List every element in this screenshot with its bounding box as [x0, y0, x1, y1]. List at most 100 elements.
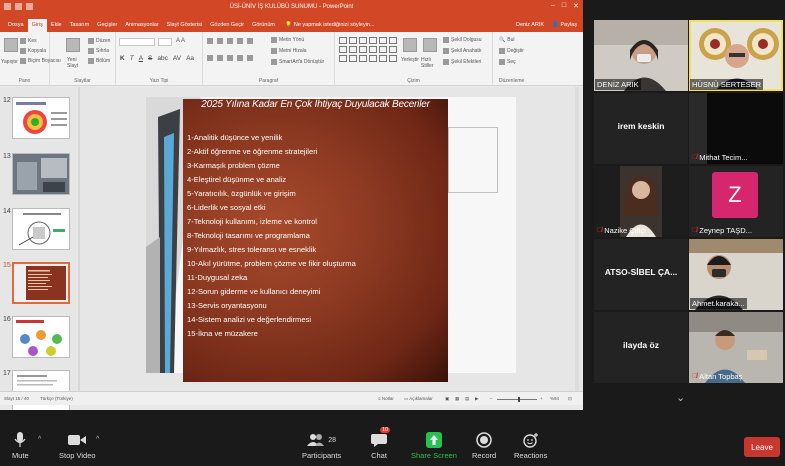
slide-sorter-icon[interactable]: ▦: [455, 396, 459, 402]
thumbnail-row[interactable]: 14: [0, 208, 80, 256]
participant-tile[interactable]: Ahmet.karaka...: [689, 239, 783, 310]
paste-button[interactable]: Yapıştır: [1, 59, 18, 65]
shape-item[interactable]: [339, 55, 347, 62]
thumbnail-row[interactable]: 12: [0, 97, 80, 145]
tab-slideshow[interactable]: Slayt Gösterisi: [163, 22, 206, 32]
thumbnail-row[interactable]: 16: [0, 316, 80, 364]
bullets-icon[interactable]: [207, 38, 213, 44]
gallery-next-page-chevron[interactable]: ⌄: [676, 391, 685, 404]
slide-thumbnail[interactable]: [12, 153, 70, 195]
reactions-button[interactable]: Reactions: [514, 431, 547, 460]
shape-item[interactable]: [369, 55, 377, 62]
shape-effects-button[interactable]: Şekil Efektleri: [443, 59, 481, 65]
tab-view[interactable]: Görünüm: [248, 22, 279, 32]
italic-button[interactable]: T: [130, 55, 134, 62]
slide-title[interactable]: 2025 Yılına Kadar En Çok İhtiyaç Duyulac…: [183, 99, 448, 110]
participants-button[interactable]: 28 Participants: [302, 431, 341, 460]
maximize-icon[interactable]: □: [562, 2, 566, 10]
section-button[interactable]: Bölüm: [88, 58, 110, 64]
zoom-in-icon[interactable]: +: [540, 396, 543, 401]
shape-item[interactable]: [349, 37, 357, 44]
thumbnails-scrollbar[interactable]: [78, 87, 80, 391]
participant-tile[interactable]: ilayda öz: [594, 312, 688, 383]
tab-design[interactable]: Tasarım: [66, 22, 94, 32]
mute-button[interactable]: Mute: [12, 431, 29, 460]
spacing-button[interactable]: AV: [173, 55, 181, 62]
paste-icon[interactable]: [4, 38, 18, 52]
shape-item[interactable]: [369, 37, 377, 44]
leave-button[interactable]: Leave: [744, 437, 780, 457]
mute-options-chevron[interactable]: ^: [38, 436, 41, 443]
shape-item[interactable]: [339, 37, 347, 44]
underline-button[interactable]: A: [139, 55, 143, 62]
normal-view-icon[interactable]: ▣: [445, 396, 449, 402]
participant-tile[interactable]: Z 🎙̸ Zeynep TAŞD...: [689, 166, 783, 237]
bold-button[interactable]: K: [120, 55, 125, 62]
tell-me-box[interactable]: 💡 Ne yapmak istediğinizi söyleyin...: [279, 22, 375, 32]
numbering-icon[interactable]: [217, 38, 223, 44]
slide-thumbnail-selected[interactable]: [12, 262, 70, 304]
justify-icon[interactable]: [237, 55, 243, 61]
skills-list[interactable]: 1-Analitik düşünce ve yenilik 2-Aktif öğ…: [187, 131, 356, 341]
new-slide-button[interactable]: Yeni Slayt: [67, 57, 79, 69]
indent-increase-icon[interactable]: [237, 38, 243, 44]
shape-fill-button[interactable]: Şekil Dolgusu: [443, 37, 482, 43]
arrange-button[interactable]: Yerleştir: [401, 57, 419, 63]
zoom-slider-track[interactable]: [497, 399, 537, 400]
replace-button[interactable]: Değiştir: [499, 48, 524, 54]
font-grow-shrink[interactable]: A A: [176, 38, 185, 44]
save-icon[interactable]: [4, 3, 11, 10]
thumbnail-row-selected[interactable]: 15: [0, 262, 80, 310]
select-button[interactable]: Seç: [499, 59, 516, 65]
tab-review[interactable]: Gözden Geçir: [206, 22, 248, 32]
shapes-gallery[interactable]: [339, 37, 397, 62]
indent-decrease-icon[interactable]: [227, 38, 233, 44]
comments-button[interactable]: ▭ Açıklamalar: [404, 396, 433, 402]
empty-placeholder[interactable]: [448, 127, 498, 193]
slide-thumbnail[interactable]: [12, 97, 70, 139]
shape-item[interactable]: [389, 46, 397, 53]
align-right-icon[interactable]: [227, 55, 233, 61]
fit-slide-icon[interactable]: ⊡: [568, 396, 572, 402]
shape-item[interactable]: [379, 55, 387, 62]
tab-file[interactable]: Dosya: [4, 22, 28, 32]
quick-styles-icon[interactable]: [423, 38, 437, 52]
participant-tile[interactable]: 🎙̸ Altan Topbaş: [689, 312, 783, 383]
find-button[interactable]: 🔍 Bul: [499, 37, 514, 43]
slide-editing-canvas[interactable]: 2025 Yılına Kadar En Çok İhtiyaç Duyulac…: [87, 87, 579, 391]
font-family-select[interactable]: [119, 38, 155, 46]
shape-item[interactable]: [349, 46, 357, 53]
chat-button[interactable]: 10 Chat: [371, 427, 391, 460]
shape-item[interactable]: [349, 55, 357, 62]
shape-item[interactable]: [389, 55, 397, 62]
shape-item[interactable]: [359, 46, 367, 53]
share-screen-button[interactable]: Share Screen: [411, 431, 457, 460]
tab-animations[interactable]: Animasyonlar: [121, 22, 162, 32]
ppt-user-name[interactable]: Deniz ARIK: [516, 22, 544, 28]
strikethrough-button[interactable]: S: [148, 55, 152, 62]
slideshow-view-icon[interactable]: ▶: [475, 396, 478, 402]
shape-item[interactable]: [379, 46, 387, 53]
notes-button[interactable]: ≡ Notlar: [378, 396, 394, 401]
zoom-out-icon[interactable]: –: [490, 396, 493, 401]
tab-transitions[interactable]: Geçişler: [93, 22, 121, 32]
slide-content-box[interactable]: 2025 Yılına Kadar En Çok İhtiyaç Duyulac…: [183, 99, 448, 382]
quick-styles-button[interactable]: Hızlı Stiller: [421, 57, 437, 69]
align-left-icon[interactable]: [207, 55, 213, 61]
minimize-icon[interactable]: –: [551, 2, 555, 10]
smartart-button[interactable]: SmartArt'a Dönüştür: [271, 59, 324, 65]
stop-video-button[interactable]: Stop Video: [59, 431, 96, 460]
tab-insert[interactable]: Ekle: [47, 22, 66, 32]
shadow-button[interactable]: abc: [157, 55, 167, 62]
participant-tile-active-speaker[interactable]: HÜSNÜ SERTESER: [689, 20, 783, 91]
zoom-slider-knob[interactable]: [518, 397, 520, 402]
slide-thumbnail[interactable]: [12, 316, 70, 358]
align-center-icon[interactable]: [217, 55, 223, 61]
video-options-chevron[interactable]: ^: [96, 436, 99, 443]
zoom-level[interactable]: %94: [550, 396, 559, 401]
shape-item[interactable]: [359, 37, 367, 44]
shape-item[interactable]: [379, 37, 387, 44]
font-size-select[interactable]: [158, 38, 172, 46]
thumbnail-row[interactable]: 13: [0, 153, 80, 201]
shape-outline-button[interactable]: Şekil Anahattı: [443, 48, 482, 54]
